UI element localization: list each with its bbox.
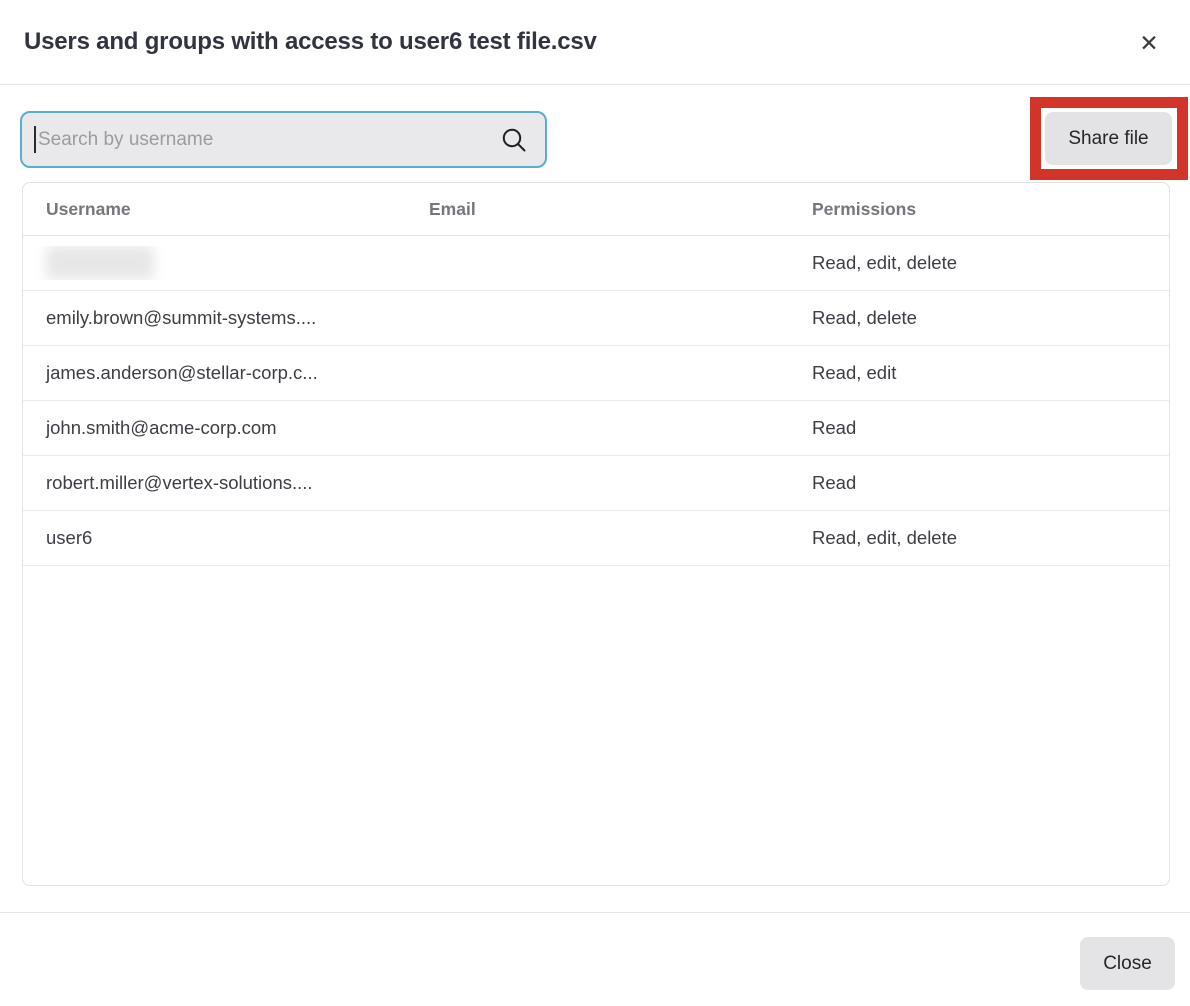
column-header-permissions: Permissions	[789, 199, 1169, 220]
search-input[interactable]: Search by username	[20, 111, 547, 168]
permissions-cell: Read	[789, 417, 1169, 439]
text-caret	[34, 126, 36, 153]
table-header-row: Username Email Permissions	[23, 183, 1169, 236]
footer-divider	[0, 912, 1190, 913]
share-file-button[interactable]: Share file	[1045, 112, 1172, 165]
permissions-cell: Read, delete	[789, 307, 1169, 329]
permissions-cell: Read, edit, delete	[789, 252, 1169, 274]
username-cell: james.anderson@stellar-corp.c...	[23, 362, 406, 384]
username-cell: user6	[23, 527, 406, 549]
dialog-header: Users and groups with access to user6 te…	[0, 0, 1190, 85]
table-row[interactable]: Read, edit, delete	[23, 236, 1169, 291]
column-header-username: Username	[23, 199, 406, 220]
search-icon[interactable]	[500, 126, 528, 154]
permissions-cell: Read, edit, delete	[789, 527, 1169, 549]
table-row[interactable]: robert.miller@vertex-solutions.... Read	[23, 456, 1169, 511]
table-row[interactable]: emily.brown@summit-systems.... Read, del…	[23, 291, 1169, 346]
access-table: Username Email Permissions Read, edit, d…	[22, 182, 1170, 886]
table-row[interactable]: james.anderson@stellar-corp.c... Read, e…	[23, 346, 1169, 401]
table-row[interactable]: john.smith@acme-corp.com Read	[23, 401, 1169, 456]
username-cell: emily.brown@summit-systems....	[23, 307, 406, 329]
table-row[interactable]: user6 Read, edit, delete	[23, 511, 1169, 566]
username-cell: robert.miller@vertex-solutions....	[23, 472, 406, 494]
redacted-username	[46, 246, 154, 280]
dialog-title: Users and groups with access to user6 te…	[24, 28, 597, 56]
search-placeholder: Search by username	[38, 129, 500, 151]
username-cell	[23, 246, 406, 280]
username-cell: john.smith@acme-corp.com	[23, 417, 406, 439]
close-button[interactable]: Close	[1080, 937, 1175, 990]
column-header-email: Email	[406, 199, 789, 220]
close-icon[interactable]: ✕	[1132, 26, 1166, 60]
permissions-cell: Read	[789, 472, 1169, 494]
permissions-cell: Read, edit	[789, 362, 1169, 384]
